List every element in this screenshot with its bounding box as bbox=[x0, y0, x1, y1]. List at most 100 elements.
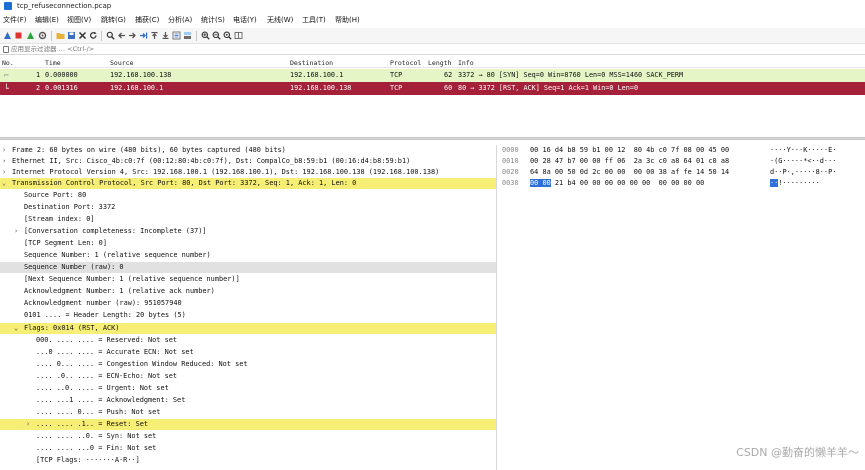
flag-field[interactable]: [TCP Flags: ·······A·R··] bbox=[0, 455, 496, 466]
column-header-time[interactable]: Time bbox=[45, 59, 61, 67]
hex-row-selected[interactable]: 00 00 21 b4 00 00 00 00 00 00 00 00 00 0… bbox=[530, 178, 704, 189]
zoom-out-icon[interactable] bbox=[212, 31, 221, 40]
pane-divider[interactable] bbox=[496, 145, 497, 470]
flag-field[interactable]: .... ...1 .... = Acknowledgment: Set bbox=[0, 395, 496, 406]
tcp-field[interactable]: › [Conversation completeness: Incomplete… bbox=[0, 226, 496, 237]
flag-field[interactable]: .... .... 0... = Push: Not set bbox=[0, 407, 496, 418]
tcp-field[interactable]: Acknowledgment Number: 1 (relative ack n… bbox=[0, 286, 496, 297]
tree-item-label: Transmission Control Protocol, Src Port:… bbox=[12, 179, 357, 187]
stop-capture-icon[interactable] bbox=[14, 31, 23, 40]
save-file-icon[interactable] bbox=[67, 31, 76, 40]
flag-field[interactable]: ...0 .... .... = Accurate ECN: Not set bbox=[0, 347, 496, 358]
ascii-row[interactable]: ·(G·····*<··d··· bbox=[770, 156, 836, 167]
bookmark-filter-icon[interactable] bbox=[3, 46, 9, 53]
collapse-arrow-icon[interactable]: ⌄ bbox=[14, 323, 18, 334]
start-capture-icon[interactable] bbox=[3, 31, 12, 40]
flag-field[interactable]: .... 0... .... = Congestion Window Reduc… bbox=[0, 359, 496, 370]
tcp-field[interactable]: [Next Sequence Number: 1 (relative seque… bbox=[0, 274, 496, 285]
menu-capture[interactable]: 捕获(C) bbox=[135, 15, 159, 25]
tcp-field-selected[interactable]: Sequence Number (raw): 0 bbox=[0, 262, 496, 273]
colorize-icon[interactable] bbox=[183, 31, 192, 40]
expand-arrow-icon[interactable]: › bbox=[2, 145, 6, 156]
column-header-protocol[interactable]: Protocol bbox=[390, 59, 421, 67]
menu-go[interactable]: 跳转(G) bbox=[101, 15, 126, 25]
flag-field[interactable]: .... ..0. .... = Urgent: Not set bbox=[0, 383, 496, 394]
tcp-field[interactable]: Source Port: 80 bbox=[0, 190, 496, 201]
tree-item-ip[interactable]: › Internet Protocol Version 4, Src: 192.… bbox=[0, 167, 496, 178]
menu-edit[interactable]: 编辑(E) bbox=[35, 15, 59, 25]
tree-item-ethernet[interactable]: › Ethernet II, Src: Cisco_4b:c0:7f (00:1… bbox=[0, 156, 496, 167]
column-header-info[interactable]: Info bbox=[458, 59, 474, 67]
pane-splitter[interactable] bbox=[0, 137, 865, 140]
menu-tools[interactable]: 工具(T) bbox=[302, 15, 326, 25]
autoscroll-icon[interactable] bbox=[172, 31, 181, 40]
expand-arrow-icon[interactable]: › bbox=[26, 419, 30, 430]
column-header-destination[interactable]: Destination bbox=[290, 59, 333, 67]
tcp-field[interactable]: Sequence Number: 1 (relative sequence nu… bbox=[0, 250, 496, 261]
expand-arrow-icon[interactable]: › bbox=[2, 156, 6, 167]
tree-item-frame[interactable]: › Frame 2: 60 bytes on wire (480 bits), … bbox=[0, 145, 496, 156]
tree-item-label: [Next Sequence Number: 1 (relative seque… bbox=[24, 275, 240, 283]
ascii-row-selected[interactable]: ··!········· bbox=[770, 178, 820, 189]
menu-wireless[interactable]: 无线(W) bbox=[267, 15, 293, 25]
tree-item-label: Ethernet II, Src: Cisco_4b:c0:7f (00:12:… bbox=[12, 157, 411, 165]
tree-item-flags[interactable]: ⌄ Flags: 0x014 (RST, ACK) bbox=[0, 323, 496, 334]
close-file-icon[interactable] bbox=[78, 31, 87, 40]
restart-capture-icon[interactable] bbox=[26, 31, 35, 40]
ascii-row[interactable]: d··P·,·····8··P· bbox=[770, 167, 836, 178]
tree-item-label: Flags: 0x014 (RST, ACK) bbox=[24, 324, 120, 332]
hex-row[interactable]: 64 8a 00 50 0d 2c 00 00 00 00 38 af fe 1… bbox=[530, 167, 729, 178]
packet-list-header: No. Time Source Destination Protocol Len… bbox=[0, 58, 865, 68]
menu-help[interactable]: 帮助(H) bbox=[335, 15, 360, 25]
tree-item-tcp[interactable]: ⌄ Transmission Control Protocol, Src Por… bbox=[0, 178, 496, 189]
find-packet-icon[interactable] bbox=[106, 31, 115, 40]
tree-item-label: .... ...1 .... = Acknowledgment: Set bbox=[36, 396, 186, 404]
flag-field[interactable]: .... .... ..0. = Syn: Not set bbox=[0, 431, 496, 442]
first-packet-icon[interactable] bbox=[150, 31, 159, 40]
tree-item-label: Source Port: 80 bbox=[24, 191, 87, 199]
menu-statistics[interactable]: 统计(S) bbox=[201, 15, 225, 25]
menu-analyze[interactable]: 分析(A) bbox=[168, 15, 192, 25]
watermark-text: CSDN @勤奋的懒羊羊～ bbox=[736, 446, 859, 459]
packet-row[interactable]: ⌐ 1 0.000000 192.168.100.138 192.168.100… bbox=[0, 69, 865, 82]
hex-row[interactable]: 00 16 d4 b8 59 b1 00 12 80 4b c0 7f 08 0… bbox=[530, 145, 729, 156]
flag-field[interactable]: .... .... ...0 = Fin: Not set bbox=[0, 443, 496, 454]
zoom-in-icon[interactable] bbox=[201, 31, 210, 40]
tcp-field[interactable]: Destination Port: 3372 bbox=[0, 202, 496, 213]
go-forward-icon[interactable] bbox=[128, 31, 137, 40]
menu-view[interactable]: 视图(V) bbox=[67, 15, 91, 25]
reload-file-icon[interactable] bbox=[89, 31, 98, 40]
go-back-icon[interactable] bbox=[117, 31, 126, 40]
menu-telephony[interactable]: 电话(Y) bbox=[233, 15, 257, 25]
tree-item-label: [TCP Flags: ·······A·R··] bbox=[36, 456, 140, 464]
capture-options-icon[interactable] bbox=[38, 31, 47, 40]
flag-field[interactable]: 000. .... .... = Reserved: Not set bbox=[0, 335, 496, 346]
packet-row-selected[interactable]: └ 2 0.001316 192.168.100.1 192.168.100.1… bbox=[0, 82, 865, 95]
open-file-icon[interactable] bbox=[56, 31, 65, 40]
last-packet-icon[interactable] bbox=[161, 31, 170, 40]
menu-file[interactable]: 文件(F) bbox=[3, 15, 27, 25]
flag-field[interactable]: .... .0.. .... = ECN-Echo: Not set bbox=[0, 371, 496, 382]
tcp-field[interactable]: [Stream index: 0] bbox=[0, 214, 496, 225]
zoom-reset-icon[interactable] bbox=[223, 31, 232, 40]
ascii-row[interactable]: ····Y···K·····E· bbox=[770, 145, 836, 156]
toolbar-separator bbox=[101, 31, 102, 41]
column-header-no[interactable]: No. bbox=[2, 59, 14, 67]
collapse-arrow-icon[interactable]: ⌄ bbox=[2, 178, 6, 189]
display-filter-input[interactable] bbox=[11, 45, 851, 54]
column-header-length[interactable]: Length bbox=[428, 59, 451, 67]
expand-arrow-icon[interactable]: › bbox=[2, 167, 6, 178]
tcp-field[interactable]: 0101 .... = Header Length: 20 bytes (5) bbox=[0, 310, 496, 321]
tcp-field[interactable]: [TCP Segment Len: 0] bbox=[0, 238, 496, 249]
tree-item-label: [Conversation completeness: Incomplete (… bbox=[24, 227, 207, 235]
tcp-field[interactable]: Acknowledgment number (raw): 951057940 bbox=[0, 298, 496, 309]
expand-arrow-icon[interactable]: › bbox=[14, 226, 18, 237]
tree-item-label: .... .... ..0. = Syn: Not set bbox=[36, 432, 157, 440]
selected-bytes[interactable]: 00 00 bbox=[530, 179, 551, 187]
flag-field-reset[interactable]: › .... .... .1.. = Reset: Set bbox=[0, 419, 496, 430]
go-to-packet-icon[interactable] bbox=[139, 31, 148, 40]
hex-row[interactable]: 00 28 47 b7 00 00 ff 06 2a 3c c0 a8 64 0… bbox=[530, 156, 729, 167]
packet-bytes-pane: 0000 00 16 d4 b8 59 b1 00 12 80 4b c0 7f… bbox=[498, 145, 865, 225]
column-header-source[interactable]: Source bbox=[110, 59, 133, 67]
resize-columns-icon[interactable] bbox=[234, 31, 243, 40]
